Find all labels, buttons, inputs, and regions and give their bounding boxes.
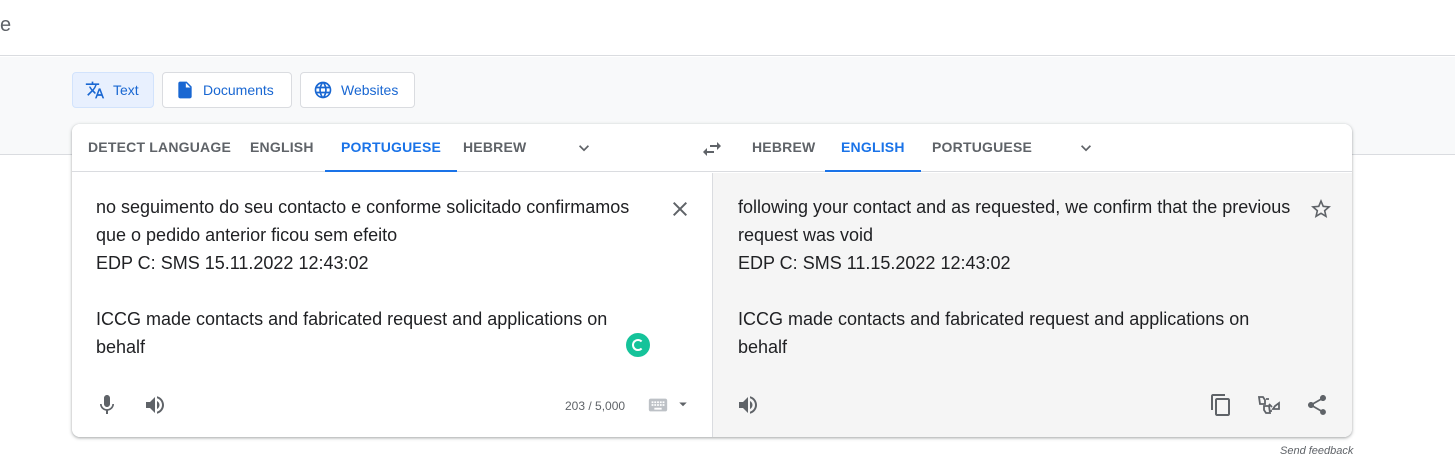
document-icon <box>178 81 192 99</box>
listen-translation-speaker-icon[interactable] <box>736 393 760 417</box>
translation-output: following your contact and as requested,… <box>738 197 1291 357</box>
clear-text-icon[interactable] <box>668 197 692 221</box>
source-lang-detect[interactable]: DETECT LANGUAGE <box>88 124 231 172</box>
mode-documents-label: Documents <box>203 82 274 98</box>
mode-text-label: Text <box>113 82 139 98</box>
target-lang-english[interactable]: ENGLISH <box>825 124 921 172</box>
source-text-input[interactable]: no seguimento do seu contacto e conforme… <box>96 193 656 361</box>
keyboard-dropdown-icon[interactable] <box>674 395 692 413</box>
translator-card: DETECT LANGUAGE ENGLISH PORTUGUESE HEBRE… <box>72 124 1352 437</box>
target-lang-portuguese[interactable]: PORTUGUESE <box>932 124 1032 172</box>
mode-websites-label: Websites <box>341 82 399 98</box>
source-lang-portuguese[interactable]: PORTUGUESE <box>325 124 458 172</box>
mode-documents-button[interactable]: Documents <box>162 72 292 108</box>
swap-languages-icon[interactable] <box>700 137 724 161</box>
source-more-languages-chevron-icon[interactable] <box>574 138 594 158</box>
send-feedback-link[interactable]: Send feedback <box>1280 445 1353 457</box>
keyboard-icon[interactable] <box>647 394 669 416</box>
target-more-languages-chevron-icon[interactable] <box>1076 138 1096 158</box>
character-count: 203 / 5,000 <box>565 399 626 413</box>
target-panel: following your contact and as requested,… <box>712 173 1352 437</box>
language-bar: DETECT LANGUAGE ENGLISH PORTUGUESE HEBRE… <box>72 124 1352 172</box>
source-panel: no seguimento do seu contacto e conforme… <box>72 173 712 437</box>
source-lang-hebrew[interactable]: HEBREW <box>463 124 526 172</box>
grammarly-icon[interactable] <box>626 333 650 357</box>
save-star-icon[interactable] <box>1309 197 1333 221</box>
globe-icon <box>314 81 332 99</box>
listen-source-speaker-icon[interactable] <box>143 393 167 417</box>
mode-text-button[interactable]: Text <box>72 72 154 108</box>
source-lang-english[interactable]: ENGLISH <box>250 124 314 172</box>
translate-icon <box>85 81 105 99</box>
rate-translation-icon[interactable] <box>1257 393 1281 417</box>
copy-translation-icon[interactable] <box>1209 393 1233 417</box>
microphone-icon[interactable] <box>95 393 119 417</box>
top-bar: e <box>0 0 1455 56</box>
app-logo-fragment: e <box>0 14 12 36</box>
target-lang-hebrew[interactable]: HEBREW <box>752 124 815 172</box>
mode-websites-button[interactable]: Websites <box>300 72 415 108</box>
share-icon[interactable] <box>1305 393 1329 417</box>
